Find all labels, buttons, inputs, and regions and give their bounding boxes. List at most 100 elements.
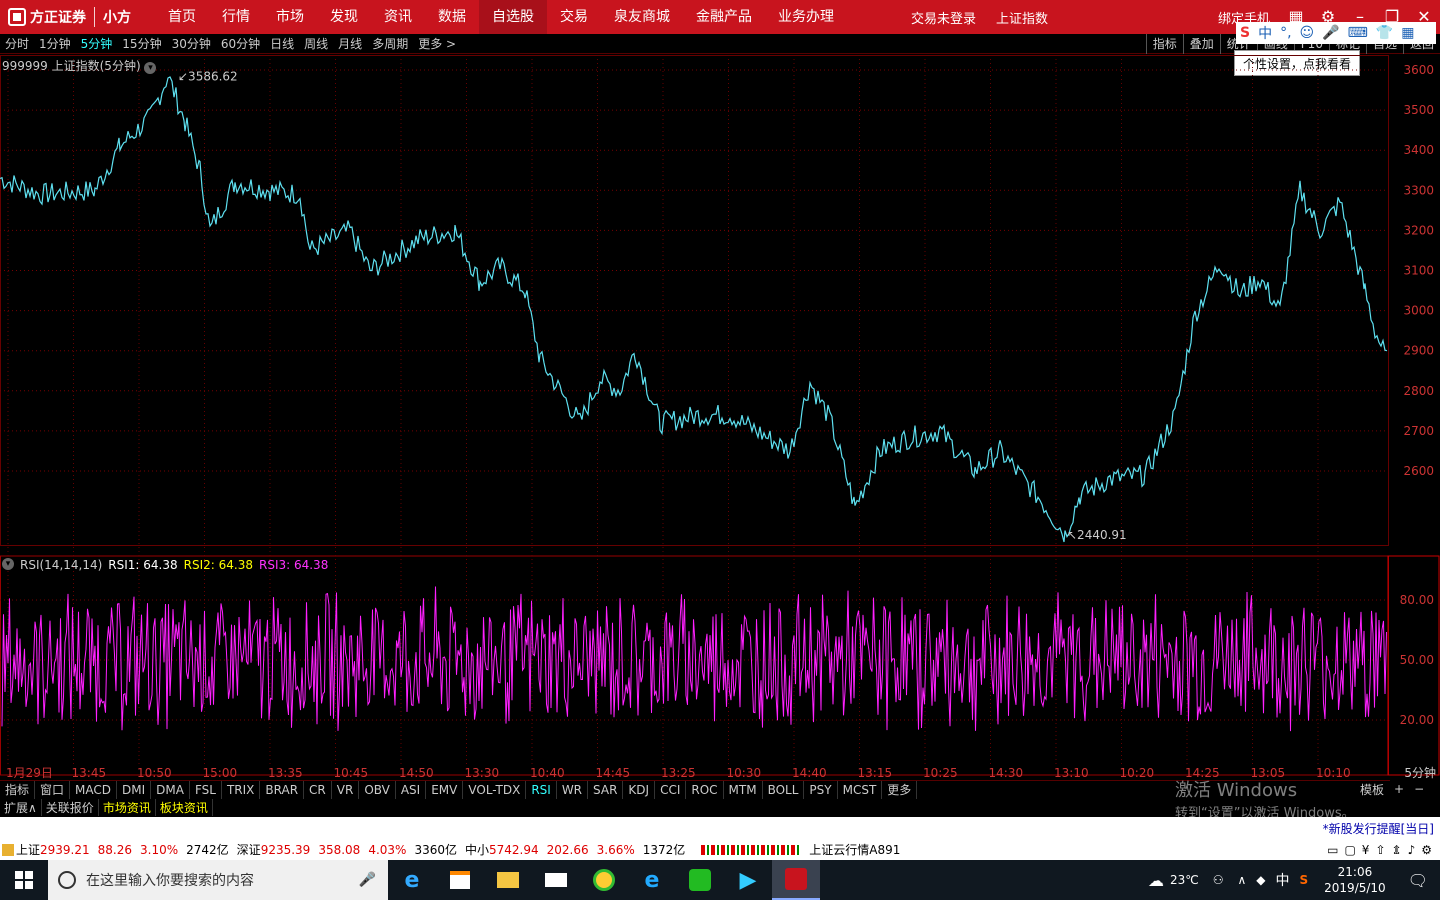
mic-icon[interactable]: 🎤 bbox=[1322, 25, 1339, 41]
nav-item[interactable]: 自选股 bbox=[479, 0, 547, 34]
nav-item[interactable]: 交易 bbox=[547, 0, 601, 34]
period-tab[interactable]: 日线 bbox=[265, 35, 299, 52]
indicator-tab[interactable]: CCI bbox=[655, 780, 687, 799]
indicator-tab[interactable]: BRAR bbox=[260, 780, 305, 799]
notification-icon[interactable]: 🗨 bbox=[1408, 871, 1428, 890]
chevron-down-icon[interactable]: ▾ bbox=[2, 558, 14, 570]
extension-tab[interactable]: 板块资讯 bbox=[156, 798, 213, 816]
indicator-tab[interactable]: MCST bbox=[838, 780, 883, 799]
sogou-tray-icon[interactable]: S bbox=[1300, 873, 1309, 887]
indicator-tab[interactable]: KDJ bbox=[623, 780, 656, 799]
sogou-icon[interactable]: S bbox=[1240, 25, 1250, 41]
mail-icon[interactable] bbox=[532, 860, 580, 900]
period-tab[interactable]: 15分钟 bbox=[117, 35, 166, 52]
sound-icon[interactable]: ♪ bbox=[1408, 843, 1416, 857]
settings-icon[interactable]: ⚙ bbox=[1421, 843, 1432, 857]
punctuation-icon[interactable]: °, bbox=[1280, 25, 1291, 41]
chevron-down-icon[interactable]: ▾ bbox=[144, 62, 157, 74]
kline-chart[interactable]: 3600 3500 3400 3300 3200 3100 3000 2900 2800 2700… bbox=[0, 55, 1440, 780]
brand-logo[interactable]: 方正证券 小方 bbox=[0, 0, 139, 34]
windows-start-icon[interactable] bbox=[0, 860, 48, 900]
window-icon[interactable]: ▢ bbox=[1344, 843, 1355, 857]
period-tab[interactable]: 30分钟 bbox=[167, 35, 216, 52]
founder-app-icon[interactable] bbox=[772, 860, 820, 900]
zoom-out-icon[interactable]: − bbox=[1414, 782, 1424, 796]
extension-tab[interactable]: 关联报价 bbox=[42, 798, 99, 816]
indicator-tab[interactable]: MTM bbox=[724, 780, 763, 799]
nav-item[interactable]: 行情 bbox=[209, 0, 263, 34]
index-status[interactable]: 上证指数 bbox=[996, 8, 1048, 27]
indicator-tab[interactable]: OBV bbox=[359, 780, 396, 799]
weather-temp[interactable]: 23℃ bbox=[1170, 873, 1199, 887]
indicator-tab[interactable]: BOLL bbox=[763, 780, 805, 799]
keyboard-icon[interactable]: ⌨ bbox=[1348, 25, 1368, 41]
nav-item[interactable]: 市场 bbox=[263, 0, 317, 34]
video-player-icon[interactable]: ▶ bbox=[724, 860, 772, 900]
ime-indicator[interactable]: 中 bbox=[1276, 870, 1290, 890]
new-stock-reminder[interactable]: *新股发行提醒[当日] bbox=[1323, 820, 1440, 837]
quote-icon[interactable] bbox=[2, 843, 14, 856]
zoom-in-icon[interactable]: + bbox=[1394, 782, 1404, 796]
indicator-tab[interactable]: FSL bbox=[190, 780, 222, 799]
tool-tab[interactable]: 指标 bbox=[1145, 34, 1183, 54]
extension-tab[interactable]: 市场资讯 bbox=[99, 798, 156, 816]
indicator-tab[interactable]: ASI bbox=[396, 780, 427, 799]
user-icon[interactable]: ⚇ bbox=[1213, 873, 1224, 887]
nav-item[interactable]: 金融产品 bbox=[683, 0, 765, 34]
taskbar-search-box[interactable]: 在这里输入你要搜索的内容 🎤 bbox=[48, 860, 388, 900]
ime-toolbar[interactable]: S 中 °, ☺ 🎤 ⌨ 👕 ▦ bbox=[1236, 22, 1436, 44]
emoji-icon[interactable]: ☺ bbox=[1300, 25, 1315, 41]
nav-item[interactable]: 泉友商城 bbox=[601, 0, 683, 34]
period-tab[interactable]: 月线 bbox=[333, 35, 367, 52]
weather-icon[interactable]: ☁ bbox=[1148, 871, 1164, 890]
ime-mode-label[interactable]: 中 bbox=[1258, 23, 1272, 43]
layout-icon[interactable]: ▭ bbox=[1327, 843, 1338, 857]
period-tab[interactable]: 1分钟 bbox=[34, 35, 76, 52]
nav-item[interactable]: 首页 bbox=[155, 0, 209, 34]
indicator-tab[interactable]: DMI bbox=[117, 780, 152, 799]
period-tab[interactable]: 分时 bbox=[0, 35, 34, 52]
edge-icon[interactable]: e bbox=[388, 860, 436, 900]
period-tab[interactable]: 更多 > bbox=[413, 35, 461, 52]
period-tab[interactable]: 60分钟 bbox=[216, 35, 265, 52]
indicator-tab[interactable]: 更多 bbox=[882, 780, 918, 799]
toolbox-icon[interactable]: ▦ bbox=[1401, 25, 1414, 41]
green-app-icon[interactable] bbox=[676, 860, 724, 900]
period-tab[interactable]: 5分钟 bbox=[76, 35, 118, 52]
indicator-tab[interactable]: WR bbox=[557, 780, 589, 799]
trade-login-status[interactable]: 交易未登录 bbox=[911, 8, 976, 27]
indicator-tab[interactable]: SAR bbox=[588, 780, 624, 799]
ie-icon[interactable]: e bbox=[628, 860, 676, 900]
indicator-tab[interactable]: 窗口 bbox=[35, 780, 71, 799]
period-tab[interactable]: 周线 bbox=[299, 35, 333, 52]
file-explorer-icon[interactable] bbox=[484, 860, 532, 900]
indicator-tab[interactable]: EMV bbox=[426, 780, 464, 799]
network-icon[interactable]: ◆ bbox=[1256, 873, 1265, 887]
nav-item[interactable]: 数据 bbox=[425, 0, 479, 34]
up-arrow-icon[interactable]: ⇧ bbox=[1375, 843, 1385, 857]
indicator-tab[interactable]: 指标 bbox=[0, 780, 36, 799]
indicator-tab[interactable]: DMA bbox=[151, 780, 190, 799]
extension-tab[interactable]: 扩展∧ bbox=[0, 798, 42, 816]
indicator-tab[interactable]: ROC bbox=[686, 780, 724, 799]
tool-tab[interactable]: 叠加 bbox=[1182, 34, 1220, 54]
template-button[interactable]: 模板 bbox=[1360, 781, 1384, 798]
cloud-quote-link[interactable]: 上证云行情A891 bbox=[809, 841, 900, 858]
period-tab[interactable]: 多周期 bbox=[367, 35, 413, 52]
pin-icon[interactable]: ⇭ bbox=[1392, 843, 1402, 857]
nav-item[interactable]: 发现 bbox=[317, 0, 371, 34]
indicator-tab[interactable]: VOL-TDX bbox=[463, 780, 527, 799]
chevron-up-icon[interactable]: ∧ bbox=[1237, 873, 1246, 887]
indicator-tab[interactable]: PSY bbox=[804, 780, 838, 799]
skin-icon[interactable]: 👕 bbox=[1376, 25, 1393, 41]
clock[interactable]: 21:06 2019/5/10 bbox=[1324, 864, 1386, 896]
indicator-tab[interactable]: CR bbox=[304, 780, 332, 799]
browser-360-icon[interactable] bbox=[580, 860, 628, 900]
indicator-tab[interactable]: TRIX bbox=[222, 780, 261, 799]
microphone-icon[interactable]: 🎤 bbox=[359, 872, 376, 888]
indicator-tab[interactable]: MACD bbox=[70, 780, 118, 799]
nav-item[interactable]: 业务办理 bbox=[765, 0, 847, 34]
indicator-tab[interactable]: RSI bbox=[526, 780, 557, 799]
money-icon[interactable]: ¥ bbox=[1362, 843, 1370, 857]
nav-item[interactable]: 资讯 bbox=[371, 0, 425, 34]
